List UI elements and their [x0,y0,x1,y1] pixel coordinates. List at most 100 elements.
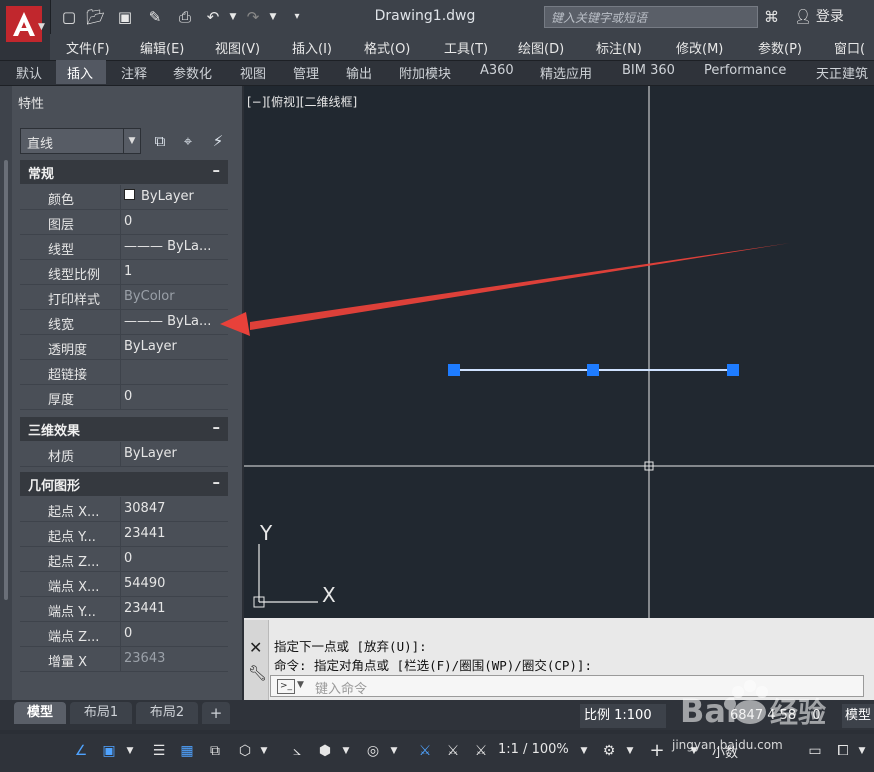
menu-dimension[interactable]: 标注(N) [596,38,642,57]
binoculars-icon[interactable]: ⌘ [764,8,779,26]
property-row[interactable]: 厚度 0 [20,385,228,410]
ribbon-tab-bim360[interactable]: BIM 360 [622,63,675,78]
search-input[interactable]: 键入关键字或短语 [544,6,758,28]
grip-mid[interactable] [587,364,599,376]
new-file-icon[interactable]: ▢ [60,8,78,26]
section-general[interactable]: 常规 – [20,160,228,184]
chevron-down-icon[interactable]: ▼ [624,740,636,762]
property-row[interactable]: 打印样式 ByColor [20,285,228,310]
property-row[interactable]: 起点 Z... 0 [20,547,228,572]
grip-end[interactable] [727,364,739,376]
ribbon-tab-tangent[interactable]: 天正建筑 [816,63,868,82]
tab-model[interactable]: 模型 [14,702,66,724]
property-row[interactable]: 增量 X 23643 [20,647,228,672]
gizmo-icon[interactable]: ◎ [362,740,384,762]
auto-scale-icon[interactable]: ⚔︎ [442,740,464,762]
close-icon[interactable]: ✕ [249,638,262,657]
section-3d-effects[interactable]: 三维效果 – [20,417,228,441]
menu-tools[interactable]: 工具(T) [444,38,488,57]
ribbon-tab-insert[interactable]: 插入 [67,63,93,82]
ribbon-tab-addins[interactable]: 附加模块 [399,63,451,82]
3d-osnap-icon[interactable]: ⬡ [234,740,256,762]
undo-icon[interactable]: ↶ [204,8,222,26]
property-row[interactable]: 线型比例 1 [20,260,228,285]
property-row[interactable]: 颜色 ByLayer [20,185,228,210]
menu-format[interactable]: 格式(O) [364,38,410,57]
ribbon-tab-output[interactable]: 输出 [346,63,372,82]
menu-insert[interactable]: 插入(I) [292,38,332,57]
open-folder-icon[interactable]: 📂︎ [86,8,105,26]
tab-layout2[interactable]: 布局2 [136,702,198,724]
scale-dropdown[interactable]: 比例 1:100 ▼ [580,704,666,746]
command-prompt-icon[interactable]: >_ [277,679,295,694]
property-row[interactable]: 起点 X... 30847 [20,497,228,522]
ribbon-tab-manage[interactable]: 管理 [293,63,319,82]
property-row[interactable]: 起点 Y... 23441 [20,522,228,547]
save-icon[interactable]: ▣ [116,8,134,26]
property-row[interactable]: 材质 ByLayer [20,442,228,467]
command-window-handle[interactable]: ✕ 🔧︎ [244,620,269,700]
tab-layout1[interactable]: 布局1 [70,702,132,724]
ribbon-tab-performance[interactable]: Performance [704,63,786,78]
section-geometry[interactable]: 几何图形 – [20,472,228,496]
ribbon-tab-view[interactable]: 视图 [240,63,266,82]
menu-window[interactable]: 窗口( [834,38,865,57]
selection-cycling-icon[interactable]: ⧉ [204,740,226,762]
undo-dropdown-icon[interactable]: ▼ [224,8,242,26]
ribbon-tab-default[interactable]: 默认 [16,63,42,82]
snap-icon[interactable]: ∠ [70,740,92,762]
collapse-icon[interactable]: – [213,161,221,179]
menu-draw[interactable]: 绘图(D) [518,38,564,57]
property-row[interactable]: 端点 Y... 23441 [20,597,228,622]
property-row[interactable]: 线宽 ——— ByLa... [20,310,228,335]
login-button[interactable]: 👤︎ 登录 [794,6,844,26]
menu-edit[interactable]: 编辑(E) [140,38,184,57]
collapse-icon[interactable]: – [213,418,221,436]
chevron-down-icon[interactable]: ▼ [578,740,590,762]
lineweight-icon[interactable]: ☰ [148,740,170,762]
redo-icon[interactable]: ↷ [244,8,262,26]
menu-parametric[interactable]: 参数(P) [758,38,802,57]
ribbon-tab-parametric[interactable]: 参数化 [173,63,212,82]
property-row[interactable]: 端点 Z... 0 [20,622,228,647]
menu-file[interactable]: 文件(F) [66,38,110,57]
menu-view[interactable]: 视图(V) [215,38,260,57]
select-objects-icon[interactable]: ⌖ [178,131,198,151]
property-row[interactable]: 超链接 [20,360,228,385]
annotation-scale-value[interactable]: 1:1 / 100% [498,742,569,757]
plus-icon[interactable]: + [646,740,668,762]
property-row[interactable]: 端点 X... 54490 [20,572,228,597]
annotation-scale-icon[interactable]: ⚔︎ [470,740,492,762]
chevron-down-icon[interactable]: ▼ [258,740,270,762]
chevron-down-icon[interactable]: ▼ [297,680,304,690]
grip-start[interactable] [448,364,460,376]
application-menu-button[interactable]: ▼ [0,0,51,62]
property-row[interactable]: 线型 ——— ByLa... [20,235,228,260]
annotation-visibility-icon[interactable]: ⚔︎ [414,740,436,762]
toggle-pickadd-icon[interactable]: ⧉ [150,131,170,151]
chevron-down-icon[interactable]: ▼ [124,740,136,762]
collapse-icon[interactable]: – [213,473,221,491]
object-type-select[interactable]: 直线 ▼ [20,128,141,154]
ribbon-tab-a360[interactable]: A360 [480,63,514,78]
quick-select-icon[interactable]: ⚡︎ [208,131,228,151]
wrench-icon[interactable]: 🔧︎ [248,664,267,682]
grid-icon[interactable]: ▣ [98,740,120,762]
palette-scrollbar[interactable] [4,160,8,600]
print-icon[interactable]: ⎙ [176,8,194,26]
gear-icon[interactable]: ⚙ [598,740,620,762]
chevron-down-icon[interactable]: ▼ [340,740,352,762]
ribbon-tab-featured-apps[interactable]: 精选应用 [540,63,592,82]
add-layout-button[interactable]: + [202,702,230,724]
property-row[interactable]: 图层 0 [20,210,228,235]
transparency-icon[interactable]: ▦ [176,740,198,762]
chevron-down-icon[interactable]: ▼ [388,740,400,762]
customize-toolbar-icon[interactable]: ▾ [288,8,306,26]
ribbon-tab-annotate[interactable]: 注释 [121,63,147,82]
save-as-icon[interactable]: ✎ [146,8,164,26]
dynamic-ucs-icon[interactable]: ⦣ [286,740,308,762]
menu-modify[interactable]: 修改(M) [676,38,723,57]
property-row[interactable]: 透明度 ByLayer [20,335,228,360]
redo-dropdown-icon[interactable]: ▼ [264,8,282,26]
isometric-icon[interactable]: ⬢ [314,740,336,762]
